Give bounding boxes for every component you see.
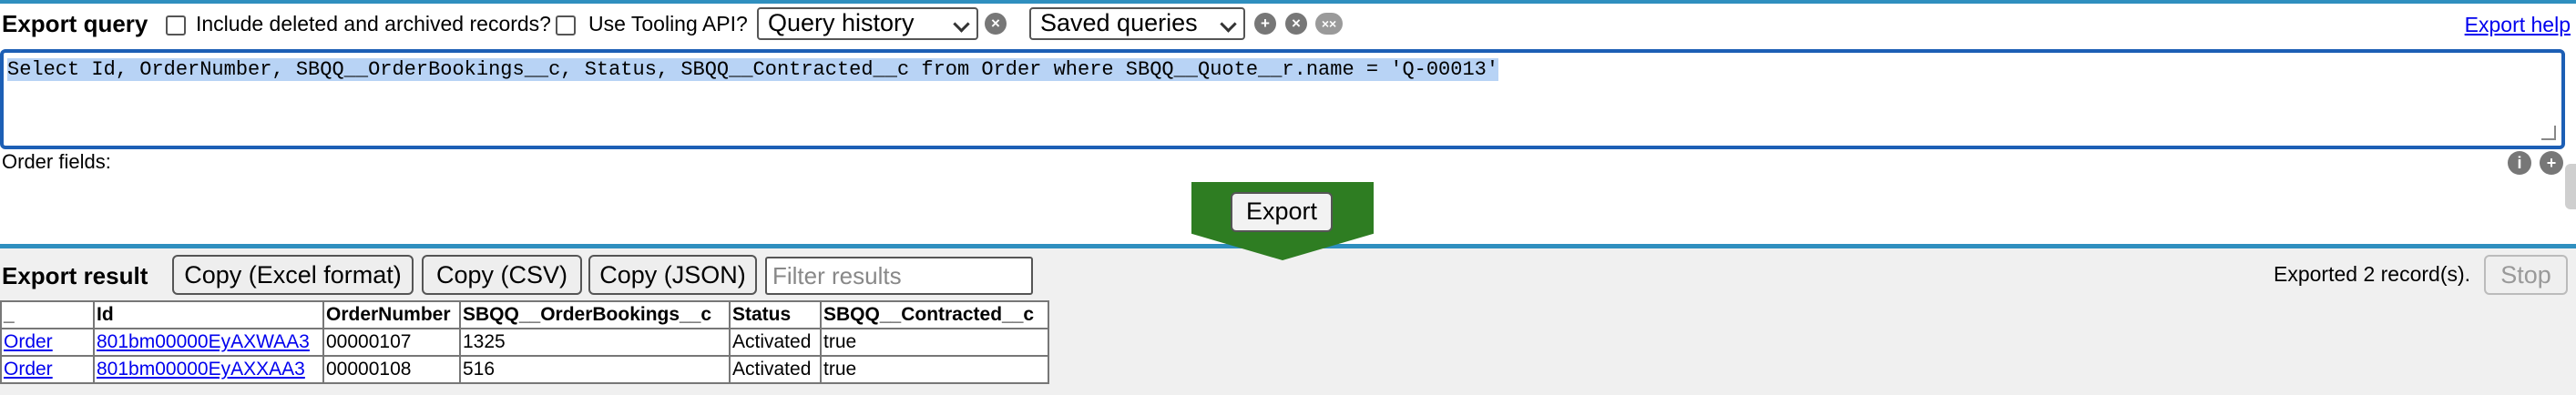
copy-json-button[interactable]: Copy (JSON) [588,255,757,295]
order-fields-label: Order fields: [2,150,111,173]
tooling-api-checkbox[interactable] [556,15,576,35]
filter-results-input[interactable] [765,257,1033,295]
export-button[interactable]: Export [1231,192,1333,232]
query-history-value: Query history [768,9,915,36]
saved-queries-select[interactable]: Saved queries [1029,7,1245,40]
saved-queries-value: Saved queries [1040,9,1198,36]
resize-handle-icon[interactable] [2541,126,2556,140]
record-type-link[interactable]: Order [4,331,53,352]
column-header-id: Id [93,300,324,329]
table-row: Order 801bm00000EyAXWAA3 00000107 1325 A… [0,328,1049,357]
column-header-type: _ [0,300,95,329]
column-header-ordernumber: OrderNumber [322,300,461,329]
status-cell: Activated [729,355,822,384]
column-header-contracted: SBQQ__Contracted__c [820,300,1049,329]
column-header-status: Status [729,300,822,329]
clear-history-x-circle-icon[interactable]: × [985,13,1007,35]
clear-saved-xx-circle-icon[interactable]: ×× [1315,13,1343,35]
column-header-orderbookings: SBQQ__OrderBookings__c [459,300,731,329]
save-query-plus-circle-icon[interactable]: + [1254,13,1276,35]
stop-button[interactable]: Stop [2484,255,2568,295]
include-deleted-label: Include deleted and archived records? [196,12,551,35]
remove-saved-x-circle-icon[interactable]: × [1285,13,1307,35]
record-type-link[interactable]: Order [4,359,53,380]
record-count-status: Exported 2 record(s). [2274,262,2471,286]
table-row: Order 801bm00000EyAXXAA3 00000108 516 Ac… [0,355,1049,384]
include-deleted-checkbox[interactable] [166,15,186,35]
contracted-cell: true [820,355,1049,384]
status-cell: Activated [729,328,822,357]
query-history-select[interactable]: Query history [757,7,978,40]
copy-excel-button[interactable]: Copy (Excel format) [172,255,414,295]
copy-csv-button[interactable]: Copy (CSV) [422,255,582,295]
record-id-link[interactable]: 801bm00000EyAXWAA3 [97,331,310,352]
results-table: _ Id OrderNumber SBQQ__OrderBookings__c … [0,300,1049,384]
field-info-icon[interactable]: i [2508,151,2531,175]
order-bookings-cell: 1325 [459,328,731,357]
scrollbar-thumb[interactable] [2565,164,2576,209]
order-bookings-cell: 516 [459,355,731,384]
export-query-title: Export query [2,10,148,37]
field-add-plus-circle-icon[interactable]: + [2540,151,2563,175]
soql-query-text: Select Id, OrderNumber, SBQQ__OrderBooki… [7,58,1499,81]
export-result-title: Export result [2,262,148,289]
record-id-link[interactable]: 801bm00000EyAXXAA3 [97,359,305,380]
chevron-down-icon [1220,15,1237,33]
order-number-cell: 00000107 [322,328,461,357]
order-number-cell: 00000108 [322,355,461,384]
tooling-api-label: Use Tooling API? [588,12,748,35]
table-header-row: _ Id OrderNumber SBQQ__OrderBookings__c … [0,300,1049,329]
soql-query-textarea[interactable]: Select Id, OrderNumber, SBQQ__OrderBooki… [0,49,2565,149]
contracted-cell: true [820,328,1049,357]
chevron-down-icon [953,15,970,33]
export-help-link[interactable]: Export help [2465,13,2571,37]
